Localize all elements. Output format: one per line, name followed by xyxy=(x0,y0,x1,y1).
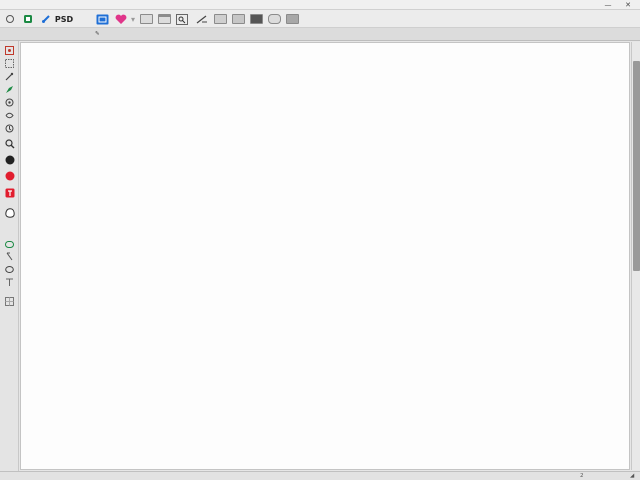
healing-icon[interactable] xyxy=(4,110,15,121)
text-tool-icon[interactable] xyxy=(4,187,15,198)
toolbox xyxy=(0,41,19,471)
resize-grip-icon[interactable]: ◢ xyxy=(630,473,634,479)
window-icon[interactable] xyxy=(285,13,299,25)
swap-icon[interactable] xyxy=(267,13,281,25)
document-canvas[interactable] xyxy=(20,42,630,470)
main-toolbar: PSD ▾ xyxy=(0,10,640,28)
eyedropper-icon[interactable] xyxy=(4,97,15,108)
format-label: PSD xyxy=(54,14,74,24)
status-bar: 2 ◢ xyxy=(0,471,640,480)
grid-icon[interactable] xyxy=(4,296,15,307)
heart-icon[interactable] xyxy=(114,13,128,25)
background-color-icon[interactable] xyxy=(4,170,15,181)
eraser-icon[interactable] xyxy=(4,264,15,275)
zoom-tool-icon[interactable] xyxy=(4,138,15,149)
pen-icon[interactable] xyxy=(195,13,209,25)
heart-dropdown-icon[interactable]: ▾ xyxy=(128,13,138,25)
shape-tool-icon[interactable] xyxy=(4,207,15,218)
mask-icon[interactable] xyxy=(4,277,15,288)
frame-icon[interactable] xyxy=(139,13,153,25)
scroll-thumb[interactable] xyxy=(633,61,640,271)
layers-icon[interactable] xyxy=(22,13,34,25)
monitor-icon[interactable] xyxy=(157,13,171,25)
title-bar: — ✕ xyxy=(0,0,640,10)
options-bar: ✎ xyxy=(0,28,640,41)
magic-wand-icon[interactable] xyxy=(4,71,15,82)
pen-option-icon[interactable]: ✎ xyxy=(95,30,100,39)
lasso-tool-icon[interactable] xyxy=(4,58,15,69)
page-number: 2 xyxy=(580,473,584,479)
folder-icon-2[interactable] xyxy=(231,13,245,25)
folder-icon[interactable] xyxy=(213,13,227,25)
move-tool-icon[interactable] xyxy=(4,45,15,56)
vertical-scrollbar[interactable] xyxy=(631,42,640,470)
brush-icon[interactable] xyxy=(40,13,52,25)
crop-tool-icon[interactable] xyxy=(4,84,15,95)
hand-tool-icon[interactable] xyxy=(4,251,15,262)
search-icon[interactable] xyxy=(175,13,189,25)
close-button[interactable]: ✕ xyxy=(620,0,636,10)
display-icon[interactable] xyxy=(249,13,263,25)
foreground-color-icon[interactable] xyxy=(4,154,15,165)
minimize-button[interactable]: — xyxy=(600,0,616,10)
path-tool-icon[interactable] xyxy=(4,239,15,250)
home-icon[interactable] xyxy=(4,13,16,25)
select-rect-icon[interactable] xyxy=(95,13,109,25)
brush-tool-icon[interactable] xyxy=(4,123,15,134)
